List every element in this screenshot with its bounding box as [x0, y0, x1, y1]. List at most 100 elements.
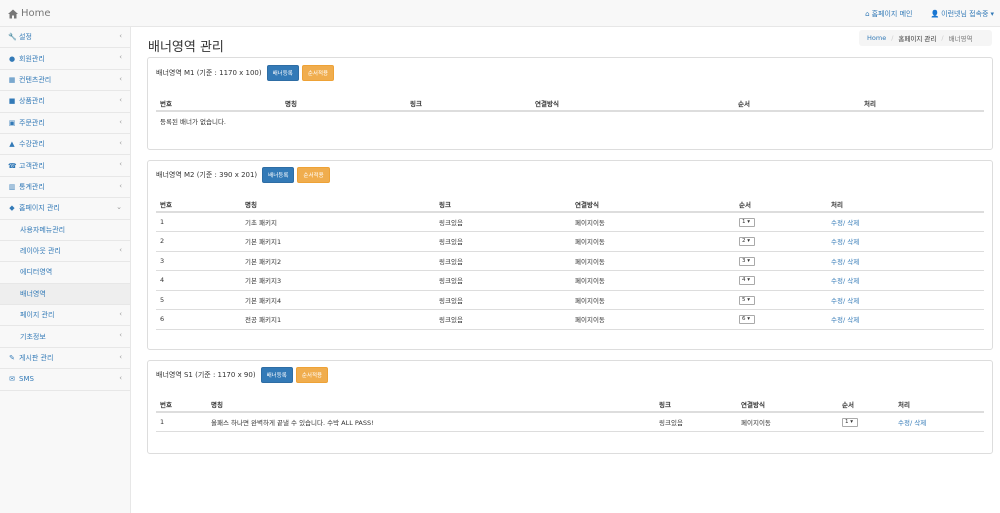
- chevron-left-icon: ‹: [119, 32, 122, 40]
- sidebar-item-label: 통계관리: [19, 182, 45, 191]
- table-row: 6 전공 패키지1 링크있음 페이지이동 6 ▾ 수정/ 삭제: [156, 309, 984, 330]
- register-banner-button[interactable]: 배너등록: [260, 367, 293, 383]
- sidebar-item-courses[interactable]: ▲ 수강관리 ‹: [0, 134, 130, 156]
- sidebar-item-label: SMS: [19, 375, 34, 384]
- col-header-method: 연결방식: [737, 397, 838, 413]
- order-select[interactable]: 2 ▾: [739, 237, 755, 247]
- edit-delete-link[interactable]: 수정/ 삭제: [827, 251, 984, 271]
- gift-icon: ■: [8, 97, 16, 106]
- breadcrumb-separator: /: [941, 34, 944, 42]
- register-banner-button[interactable]: 배너등록: [262, 167, 295, 183]
- edit-delete-link[interactable]: 수정/ 삭제: [894, 412, 984, 432]
- chevron-left-icon: ‹: [119, 74, 122, 83]
- chevron-left-icon: ‹: [119, 352, 122, 361]
- col-header-method: 연결방식: [571, 197, 735, 213]
- top-navbar: Home ⌂ 홈페이지 메인 👤 이런넷님 접속중 ▾: [0, 0, 1000, 27]
- cell-link: 링크있음: [435, 251, 571, 271]
- cell-method: 페이지이동: [571, 251, 735, 271]
- sidebar-subitem-user-menu[interactable]: 사용자메뉴관리: [0, 220, 130, 241]
- sidebar-item-label: 페이지 관리: [20, 311, 55, 320]
- homepage-main-link[interactable]: ⌂ 홈페이지 메인: [865, 9, 912, 19]
- sidebar-item-label: 배너영역: [20, 289, 46, 298]
- breadcrumb-homepage[interactable]: 홈페이지 관리: [898, 33, 936, 43]
- sidebar-item-label: 설정: [19, 33, 32, 42]
- cell-link: 링크있음: [435, 309, 571, 330]
- user-menu[interactable]: 👤 이런넷님 접속중 ▾: [930, 9, 994, 19]
- cell-method: 페이지이동: [571, 309, 735, 330]
- sidebar-item-homepage[interactable]: ◆ 홈페이지 관리 ⌄: [0, 198, 130, 220]
- order-select[interactable]: 4 ▾: [739, 276, 755, 286]
- order-select[interactable]: 5 ▾: [739, 295, 755, 305]
- cell-no: 1: [156, 412, 207, 432]
- apply-order-button[interactable]: 순서적용: [301, 65, 335, 81]
- sidebar-subitem-banner[interactable]: 배너영역: [0, 283, 130, 306]
- cell-name: 기본 패키지4: [241, 290, 435, 310]
- cell-method: 페이지이동: [571, 231, 735, 252]
- apply-order-button[interactable]: 순서적용: [297, 167, 330, 183]
- sidebar-item-settings[interactable]: 🔧 설정 ‹: [0, 27, 130, 49]
- col-header-link: 링크: [655, 397, 737, 413]
- chevron-left-icon: ‹: [119, 374, 122, 383]
- order-select-value: 6: [742, 316, 746, 323]
- order-select-value: 2: [742, 238, 746, 245]
- sidebar-item-customers[interactable]: ☎ 고객관리 ‹: [0, 155, 130, 177]
- order-select[interactable]: 3 ▾: [739, 256, 755, 266]
- sidebar-subitem-layout[interactable]: 레이아웃 관리 ‹: [0, 241, 130, 263]
- user-icon: 👤: [930, 10, 940, 18]
- sidebar-item-members[interactable]: ● 회원관리 ‹: [0, 48, 130, 70]
- col-header-name: 명칭: [241, 197, 435, 213]
- apply-order-button[interactable]: 순서적용: [295, 367, 329, 383]
- chevron-left-icon: ‹: [119, 245, 122, 254]
- table-row: 4 기본 패키지3 링크있음 페이지이동 4 ▾ 수정/ 삭제: [156, 270, 984, 291]
- edit-delete-link[interactable]: 수정/ 삭제: [827, 309, 984, 330]
- order-select[interactable]: 6 ▾: [739, 315, 755, 325]
- chevron-left-icon: ‹: [119, 96, 122, 105]
- chevron-left-icon: ‹: [119, 310, 122, 319]
- sidebar-item-orders[interactable]: ▣ 주문관리 ‹: [0, 113, 130, 134]
- sidebar-item-label: 회원관리: [19, 54, 45, 63]
- sidebar-item-boards[interactable]: ✎ 게시판 관리 ‹: [0, 348, 130, 370]
- sidebar-subitem-pages[interactable]: 페이지 관리 ‹: [0, 305, 130, 327]
- col-header-order: 순서: [838, 397, 894, 413]
- homepage-main-label: 홈페이지 메인: [871, 10, 913, 18]
- sidebar-item-label: 레이아웃 관리: [20, 247, 61, 256]
- col-header-link: 링크: [435, 197, 571, 213]
- sidebar-item-contents[interactable]: ▦ 컨텐츠관리 ‹: [0, 70, 130, 92]
- sidebar-item-statistics[interactable]: ▥ 통계관리 ‹: [0, 177, 130, 199]
- bar-chart-icon: ▥: [8, 182, 16, 191]
- register-banner-button[interactable]: 배너등록: [266, 65, 299, 81]
- sidebar-item-label: 기초정보: [20, 332, 46, 341]
- cell-link: 링크있음: [435, 270, 571, 291]
- edit-delete-link[interactable]: 수정/ 삭제: [827, 212, 984, 232]
- sidebar-item-label: 홈페이지 관리: [19, 204, 60, 213]
- caret-down-icon: ▾: [990, 10, 994, 18]
- sidebar-item-label: 컨텐츠관리: [19, 75, 52, 84]
- banner-table: 번호 명칭 링크 연결방식 순서 처리 등록된 배너가 없습니다.: [156, 96, 984, 131]
- envelope-icon: ✉: [9, 375, 15, 384]
- home-icon: [8, 9, 18, 18]
- edit-delete-link[interactable]: 수정/ 삭제: [827, 270, 984, 291]
- sidebar-item-products[interactable]: ■ 상품관리 ‹: [0, 91, 130, 113]
- col-header-no: 번호: [156, 96, 281, 112]
- sidebar-item-sms[interactable]: ✉ SMS ‹: [0, 369, 130, 391]
- edit-delete-link[interactable]: 수정/ 삭제: [827, 231, 984, 252]
- sidebar-item-label: 사용자메뉴관리: [20, 225, 66, 234]
- banner-table: 번호 명칭 링크 연결방식 순서 처리 1 기초 패키지 링크있음 페이지이동 1 ▾ 수…: [156, 197, 984, 330]
- chevron-left-icon: ‹: [119, 117, 122, 126]
- cell-name: 전공 패키지1: [241, 309, 435, 330]
- cell-no: 3: [156, 251, 241, 271]
- brand-home-link[interactable]: Home: [8, 8, 51, 19]
- cart-icon: ▣: [8, 118, 16, 127]
- columns-icon: ▦: [8, 75, 16, 84]
- cell-no: 5: [156, 290, 241, 310]
- sidebar-subitem-editor[interactable]: 에디터영역: [0, 262, 130, 284]
- cell-link: 링크있음: [655, 412, 737, 432]
- edit-delete-link[interactable]: 수정/ 삭제: [827, 290, 984, 310]
- order-select[interactable]: 1 ▾: [842, 418, 858, 427]
- cell-name: 기본 패키지3: [241, 270, 435, 291]
- cell-method: 페이지이동: [571, 212, 735, 232]
- order-select[interactable]: 1 ▾: [739, 218, 755, 227]
- table-row: 3 기본 패키지2 링크있음 페이지이동 3 ▾ 수정/ 삭제: [156, 251, 984, 271]
- breadcrumb-home[interactable]: Home: [867, 34, 886, 42]
- sidebar-subitem-basic-info[interactable]: 기초정보 ‹: [0, 326, 130, 348]
